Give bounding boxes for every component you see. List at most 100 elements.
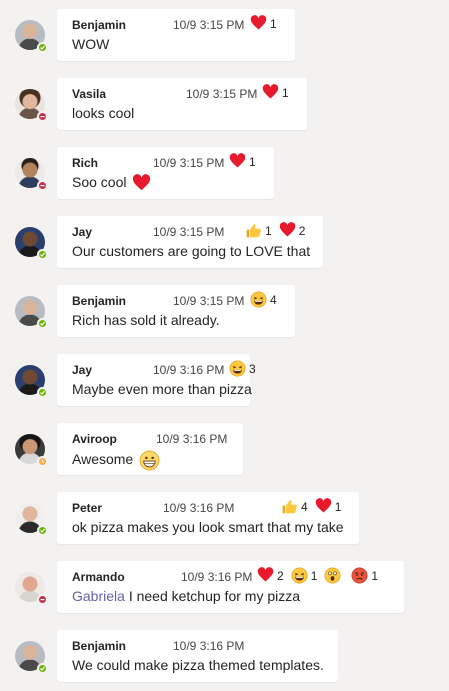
timestamp: 10/9 3:15 PM	[153, 156, 225, 170]
reaction-laughing[interactable]: 3	[229, 360, 256, 377]
reaction-angry[interactable]: 1	[351, 567, 378, 584]
author-name[interactable]: Benjamin	[72, 294, 126, 308]
avatar[interactable]	[15, 227, 48, 260]
reaction-heart[interactable]: 2	[279, 222, 306, 239]
avatar[interactable]	[15, 296, 48, 329]
reaction-count: 1	[270, 16, 277, 31]
timestamp: 10/9 3:15 PM	[186, 87, 258, 101]
message-text: ok pizza makes you look smart that my ta…	[72, 519, 344, 535]
presence-available-icon	[37, 525, 48, 536]
avatar[interactable]	[15, 158, 48, 191]
message: Benjamin 10/9 3:16 PM We could make pizz…	[0, 621, 449, 682]
author-name[interactable]: Armando	[72, 570, 125, 584]
message-text: looks cool	[72, 105, 135, 121]
message-text: Awesome	[72, 450, 160, 471]
message: Rich 10/9 3:15 PM Soo cool 1	[0, 138, 449, 199]
author-name[interactable]: Jay	[72, 225, 92, 239]
author-name[interactable]: Rich	[72, 156, 98, 170]
message-text: Gabriela I need ketchup for my pizza	[72, 588, 301, 604]
author-name[interactable]: Benjamin	[72, 639, 126, 653]
message-bubble[interactable]: Jay 10/9 3:16 PM Maybe even more than pi…	[57, 354, 256, 406]
timestamp: 10/9 3:16 PM	[156, 432, 228, 446]
angry-face-icon	[351, 567, 368, 584]
author-name[interactable]: Vasila	[72, 87, 106, 101]
laughing-face-icon	[250, 291, 267, 308]
avatar[interactable]	[15, 365, 48, 398]
heart-icon	[315, 498, 331, 513]
avatar[interactable]	[15, 434, 48, 467]
laughing-face-icon	[229, 360, 246, 377]
reaction-laughing[interactable]: 1	[291, 567, 318, 584]
author-name[interactable]: Peter	[72, 501, 102, 515]
reaction-count: 1	[282, 85, 289, 100]
reaction-count: 1	[334, 499, 342, 514]
presence-available-icon	[37, 663, 48, 674]
reaction-count: 1	[249, 154, 256, 169]
reaction-count: 3	[249, 361, 256, 376]
reaction-count: 1	[371, 568, 379, 583]
reaction-thumbs-up[interactable]: 4	[281, 498, 308, 515]
reaction-count: 2	[277, 568, 284, 583]
message-bubble[interactable]: Rich 10/9 3:15 PM Soo cool 1	[57, 147, 274, 199]
timestamp: 10/9 3:15 PM	[173, 294, 245, 308]
thumbs-up-icon	[246, 224, 261, 238]
avatar[interactable]	[15, 641, 48, 674]
heart-icon	[133, 174, 151, 191]
reactions: 1	[262, 84, 289, 101]
timestamp: 10/9 3:15 PM	[153, 225, 225, 239]
message-text: Rich has sold it already.	[72, 312, 220, 328]
message: Vasila 10/9 3:15 PM looks cool 1	[0, 69, 449, 130]
reaction-surprised[interactable]	[324, 567, 344, 584]
author-name[interactable]: Aviroop	[72, 432, 117, 446]
message-bubble[interactable]: Jay 10/9 3:15 PM Our customers are going…	[57, 216, 323, 268]
message-bubble[interactable]: Aviroop 10/9 3:16 PM Awesome	[57, 423, 243, 475]
heart-icon	[229, 153, 246, 168]
mention-link[interactable]: Gabriela	[72, 588, 125, 604]
message-text: We could make pizza themed templates.	[72, 657, 324, 673]
message-bubble[interactable]: Benjamin 10/9 3:16 PM We could make pizz…	[57, 630, 338, 682]
reactions: 4 1	[281, 498, 341, 515]
heart-icon	[257, 567, 274, 582]
laughing-face-icon	[291, 567, 308, 584]
message-bubble[interactable]: Armando 10/9 3:16 PM Gabriela I need ket…	[57, 561, 404, 613]
thumbs-up-icon	[282, 500, 297, 514]
reaction-heart[interactable]: 1	[229, 153, 256, 170]
avatar[interactable]	[15, 20, 48, 53]
presence-busy-icon	[37, 111, 48, 122]
author-name[interactable]: Jay	[72, 363, 92, 377]
message: Jay 10/9 3:15 PM Our customers are going…	[0, 207, 449, 268]
avatar[interactable]	[15, 503, 48, 536]
reaction-heart[interactable]: 2	[257, 567, 284, 584]
reaction-count: 2	[298, 223, 306, 238]
message: Jay 10/9 3:16 PM Maybe even more than pi…	[0, 345, 449, 406]
reaction-heart[interactable]: 1	[250, 15, 277, 32]
presence-busy-icon	[37, 180, 48, 191]
reactions: 1	[250, 15, 277, 32]
presence-available-icon	[37, 42, 48, 53]
message: Benjamin 10/9 3:15 PM WOW 1	[0, 0, 449, 61]
reaction-laughing[interactable]: 4	[250, 291, 277, 308]
message-bubble[interactable]: Vasila 10/9 3:15 PM looks cool 1	[57, 78, 307, 130]
presence-available-icon	[37, 249, 48, 260]
reaction-count: 4	[270, 292, 277, 307]
timestamp: 10/9 3:16 PM	[153, 363, 225, 377]
message-text: Our customers are going to LOVE that	[72, 243, 311, 259]
reaction-thumbs-up[interactable]: 1	[245, 222, 272, 239]
reactions: 1	[229, 153, 256, 170]
author-name[interactable]: Benjamin	[72, 18, 126, 32]
presence-busy-icon	[37, 594, 48, 605]
reactions: 2 1 1	[257, 567, 378, 584]
reaction-heart[interactable]: 1	[262, 84, 289, 101]
surprised-face-icon	[324, 567, 341, 584]
presence-away-icon	[37, 456, 48, 467]
reactions: 3	[229, 360, 256, 377]
message: Benjamin 10/9 3:15 PM Rich has sold it a…	[0, 276, 449, 337]
reaction-count: 1	[310, 568, 318, 583]
message: Armando 10/9 3:16 PM Gabriela I need ket…	[0, 552, 449, 613]
message-bubble[interactable]: Peter 10/9 3:16 PM ok pizza makes you lo…	[57, 492, 359, 544]
avatar[interactable]	[15, 89, 48, 122]
message-bubble[interactable]: Benjamin 10/9 3:15 PM WOW 1	[57, 9, 295, 61]
avatar[interactable]	[15, 572, 48, 605]
message-bubble[interactable]: Benjamin 10/9 3:15 PM Rich has sold it a…	[57, 285, 295, 337]
reaction-heart[interactable]: 1	[315, 498, 342, 515]
